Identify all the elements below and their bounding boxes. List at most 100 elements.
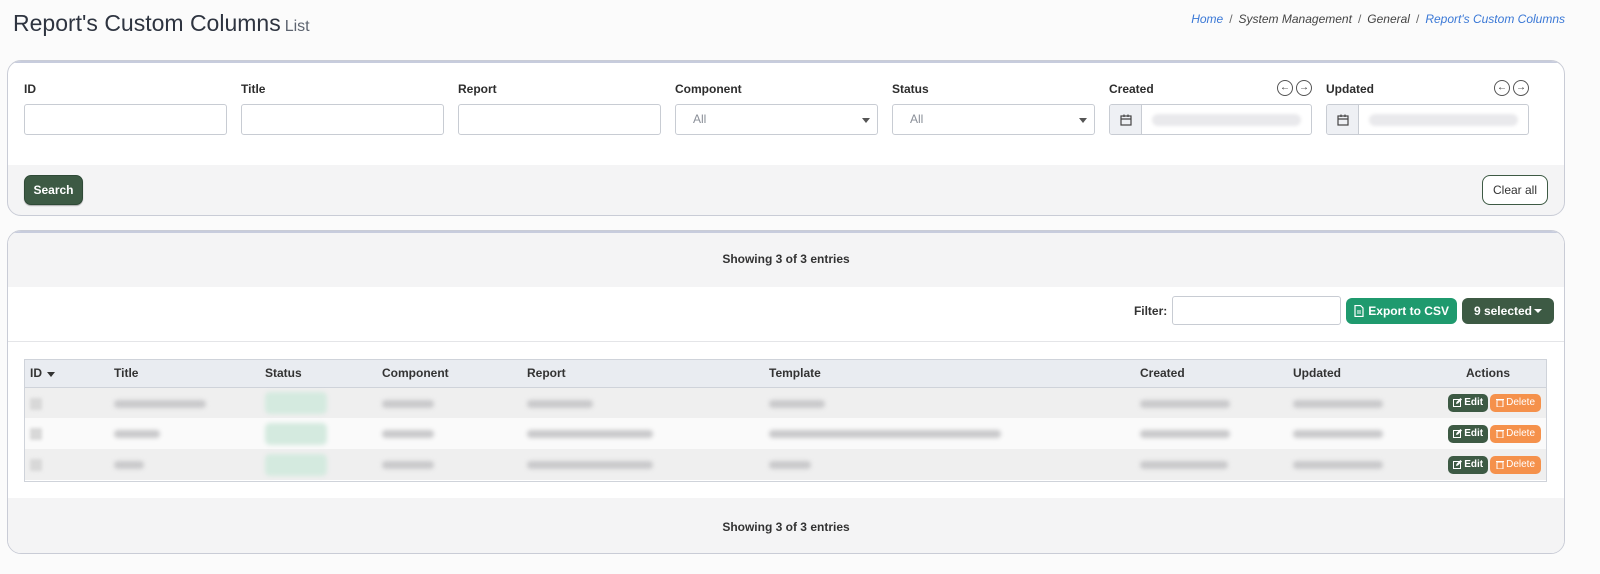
- report-filter: Report: [458, 79, 661, 135]
- filter-footer: Search Clear all: [8, 165, 1564, 215]
- report-filter-label: Report: [458, 82, 497, 96]
- page-header: Report's Custom Columns List Home / System …: [13, 10, 1593, 46]
- breadcrumb-home[interactable]: Home: [1191, 12, 1223, 26]
- page-subtitle: List: [284, 18, 310, 35]
- clear-all-button[interactable]: Clear all: [1482, 175, 1548, 205]
- edit-button[interactable]: Edit: [1448, 424, 1489, 443]
- row-checkbox[interactable]: [30, 397, 42, 410]
- report-filter-input[interactable]: [458, 104, 661, 135]
- column-header-id[interactable]: ID: [25, 360, 109, 388]
- table-header-row: ID Title Status Component Report Templat…: [25, 360, 1546, 388]
- row-title: [114, 399, 206, 408]
- created-date-value: [1152, 114, 1301, 126]
- table-filter-input[interactable]: [1172, 296, 1342, 325]
- delete-button[interactable]: Delete: [1490, 455, 1541, 474]
- column-header-title[interactable]: Title: [109, 360, 260, 388]
- column-header-id-label: ID: [30, 366, 42, 381]
- arrow-left-icon[interactable]: ←: [1494, 80, 1510, 96]
- delete-label: Delete: [1506, 397, 1535, 409]
- row-component: [382, 399, 434, 408]
- sort-desc-icon: [47, 371, 55, 377]
- table-row: Edit Delete: [25, 418, 1546, 449]
- column-header-created[interactable]: Created: [1135, 360, 1288, 388]
- breadcrumb-system-management: System Management: [1238, 12, 1352, 26]
- status-badge: [265, 453, 327, 476]
- caret-down-icon: [862, 118, 870, 123]
- created-range-arrows: ← →: [1277, 80, 1312, 96]
- trash-icon: [1496, 430, 1505, 438]
- export-csv-button[interactable]: Export to CSV: [1346, 297, 1457, 324]
- toolbar-divider: [8, 341, 1564, 342]
- trash-icon: [1496, 461, 1505, 469]
- columns-selected-label: 9 selected: [1473, 303, 1532, 318]
- table-filter-label: Filter:: [1133, 303, 1168, 318]
- column-header-status[interactable]: Status: [260, 360, 377, 388]
- column-header-component[interactable]: Component: [377, 360, 522, 388]
- row-created: [1140, 399, 1230, 408]
- breadcrumb-separator: /: [1357, 12, 1362, 26]
- updated-filter: Updated ← →: [1326, 79, 1529, 135]
- row-checkbox[interactable]: [30, 428, 42, 441]
- column-header-actions: Actions: [1418, 360, 1546, 388]
- row-template: [769, 430, 1001, 439]
- id-filter-label: ID: [24, 82, 36, 96]
- file-icon: [1354, 304, 1364, 317]
- trash-icon: [1496, 399, 1505, 408]
- edit-button[interactable]: Edit: [1448, 455, 1489, 474]
- calendar-icon: [1110, 105, 1142, 134]
- row-template: [769, 461, 811, 470]
- id-filter: ID: [24, 79, 227, 135]
- row-template: [769, 399, 825, 408]
- status-filter: Status All: [892, 79, 1095, 135]
- edit-icon: [1453, 460, 1463, 469]
- column-header-template[interactable]: Template: [764, 360, 1135, 388]
- row-updated: [1293, 399, 1383, 408]
- created-filter: Created ← →: [1109, 79, 1312, 135]
- page-title: Report's Custom Columns: [13, 10, 281, 36]
- component-select[interactable]: All: [675, 104, 878, 135]
- breadcrumb-separator: /: [1415, 12, 1420, 26]
- row-report: [527, 430, 653, 439]
- title-filter-input[interactable]: [241, 104, 444, 135]
- status-select[interactable]: All: [892, 104, 1095, 135]
- table-row: Edit Delete: [25, 449, 1546, 480]
- component-filter: Component All: [675, 79, 878, 135]
- caret-down-icon: [1079, 118, 1087, 123]
- arrow-left-icon[interactable]: ←: [1277, 80, 1293, 96]
- export-csv-label: Export to CSV: [1368, 303, 1449, 318]
- filter-panel: ID Title Report Component All Status All: [7, 60, 1565, 216]
- row-component: [382, 461, 434, 470]
- updated-date-range-input[interactable]: [1326, 104, 1529, 135]
- component-filter-label: Component: [675, 82, 742, 96]
- column-header-updated[interactable]: Updated: [1288, 360, 1418, 388]
- row-updated: [1293, 430, 1383, 439]
- breadcrumb-current[interactable]: Report's Custom Columns: [1425, 12, 1565, 26]
- delete-label: Delete: [1506, 459, 1535, 470]
- breadcrumb-general: General: [1367, 12, 1410, 26]
- arrow-right-icon[interactable]: →: [1513, 80, 1529, 96]
- row-checkbox[interactable]: [30, 459, 42, 472]
- row-title: [114, 461, 144, 470]
- title-filter: Title: [241, 79, 444, 135]
- delete-label: Delete: [1506, 428, 1535, 439]
- edit-label: Edit: [1464, 397, 1484, 409]
- row-created: [1140, 461, 1228, 470]
- id-filter-input[interactable]: [24, 104, 227, 135]
- status-badge: [265, 391, 327, 414]
- updated-range-arrows: ← →: [1494, 80, 1529, 96]
- column-header-report[interactable]: Report: [522, 360, 764, 388]
- entries-summary-bottom: Showing 3 of 3 entries: [8, 498, 1564, 553]
- delete-button[interactable]: Delete: [1490, 393, 1541, 412]
- columns-selected-dropdown[interactable]: 9 selected: [1461, 297, 1554, 324]
- updated-date-value: [1369, 114, 1518, 126]
- status-badge: [265, 422, 327, 445]
- entries-summary-top: Showing 3 of 3 entries: [8, 231, 1564, 287]
- table-toolbar: Filter: Export to CSV 9 selected: [1134, 296, 1554, 325]
- row-report: [527, 461, 653, 470]
- delete-button[interactable]: Delete: [1490, 424, 1541, 443]
- search-button[interactable]: Search: [24, 175, 83, 205]
- row-updated: [1293, 461, 1383, 470]
- edit-button[interactable]: Edit: [1448, 393, 1489, 412]
- arrow-right-icon[interactable]: →: [1296, 80, 1312, 96]
- created-date-range-input[interactable]: [1109, 104, 1312, 135]
